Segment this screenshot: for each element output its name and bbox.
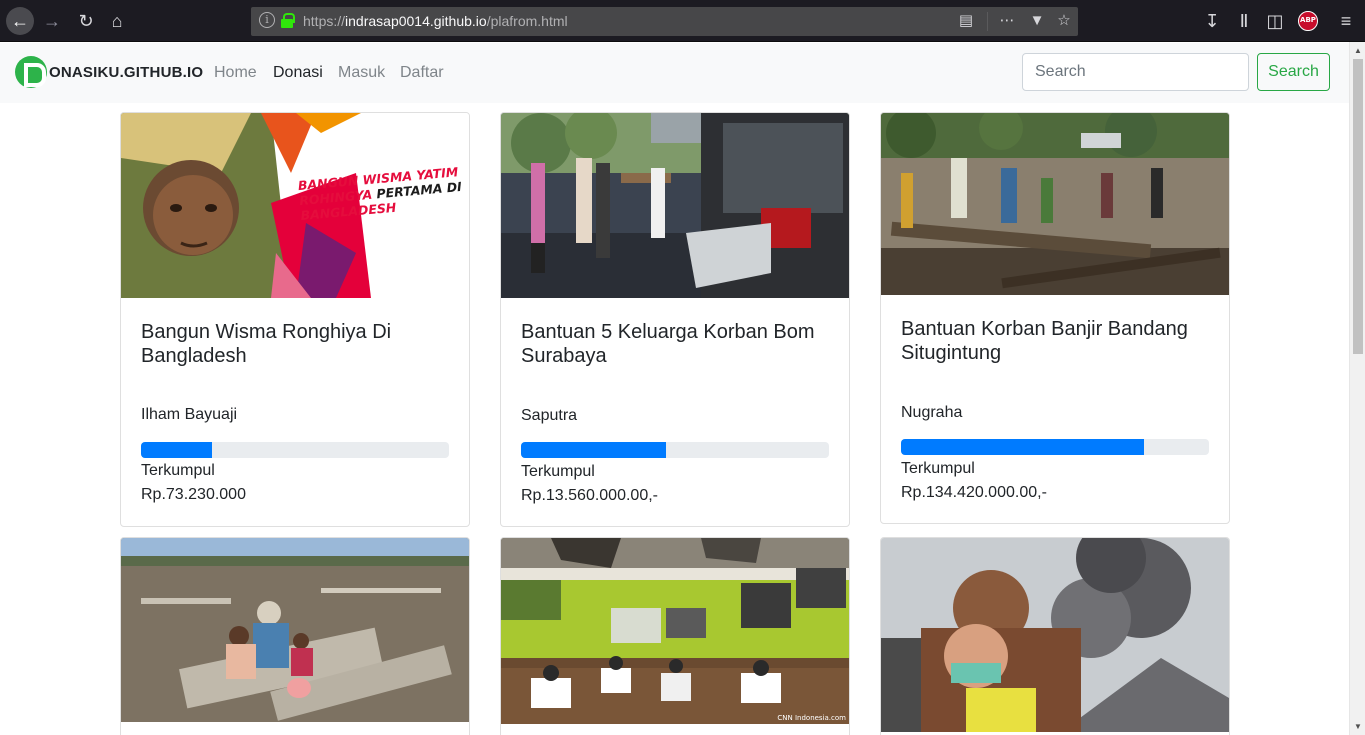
pocket-icon[interactable]: ▼ bbox=[1026, 10, 1048, 32]
campaign-card[interactable]: BANGUN WISMA YATIM ROHINGYA PERTAMA DI B… bbox=[120, 112, 470, 527]
raised-label: Terkumpul bbox=[901, 460, 975, 477]
raised-label: Terkumpul bbox=[141, 462, 215, 479]
raised-amount: Rp.134.420.000.00,- bbox=[901, 484, 1047, 501]
campaign-image[interactable] bbox=[501, 113, 849, 298]
tsunami-survivors-photo bbox=[121, 538, 469, 722]
lock-icon[interactable] bbox=[281, 13, 295, 29]
adblock-icon[interactable]: ABP bbox=[1298, 11, 1318, 31]
bomb-victims-photo bbox=[501, 113, 849, 298]
home-icon[interactable]: ⌂ bbox=[103, 7, 131, 35]
campaign-card[interactable]: Bantuan Korban Banjir Bandang Situgintun… bbox=[880, 112, 1230, 524]
campaign-image[interactable]: CNN Indonesia.com bbox=[501, 538, 849, 724]
campaign-card[interactable]: Bantuan 5 Keluarga Korban Bom Surabaya S… bbox=[500, 112, 850, 527]
nav-link-donasi[interactable]: Donasi bbox=[273, 64, 323, 82]
donation-progress-bar bbox=[141, 442, 449, 458]
campaign-organizer: Nugraha bbox=[901, 404, 963, 421]
campaign-image[interactable]: BANGUN WISMA YATIM ROHINGYA PERTAMA DI B… bbox=[121, 113, 469, 298]
donation-progress-bar bbox=[521, 442, 829, 458]
progress-fill bbox=[521, 442, 666, 458]
reader-view-icon[interactable]: ▤ bbox=[955, 10, 977, 32]
damaged-classroom-photo bbox=[501, 538, 849, 724]
raised-amount: Rp.73.230.000 bbox=[141, 486, 246, 503]
page-scrollbar[interactable]: ▲ ▼ bbox=[1349, 42, 1365, 735]
progress-fill bbox=[901, 439, 1145, 455]
url-divider bbox=[987, 12, 988, 31]
flood-debris-photo bbox=[881, 113, 1229, 295]
campaign-image[interactable] bbox=[121, 538, 469, 722]
search-button[interactable]: Search bbox=[1257, 53, 1330, 91]
site-navbar: ONASIKU.GITHUB.IO Home Donasi Masuk Daft… bbox=[0, 43, 1349, 103]
campaign-card[interactable]: CNN Indonesia.com bbox=[500, 537, 850, 735]
progress-fill bbox=[141, 442, 212, 458]
search-input[interactable] bbox=[1022, 53, 1249, 91]
image-watermark: CNN Indonesia.com bbox=[777, 714, 846, 722]
campaign-organizer: Saputra bbox=[521, 407, 578, 424]
more-actions-icon[interactable]: ⋯ bbox=[996, 10, 1018, 32]
donation-progress-bar bbox=[901, 439, 1209, 455]
hamburger-menu-icon[interactable]: ≡ bbox=[1332, 7, 1360, 35]
scroll-thumb[interactable] bbox=[1353, 59, 1363, 354]
campaign-image[interactable] bbox=[881, 538, 1229, 732]
url-text[interactable]: https://indrasap0014.github.io/plafrom.h… bbox=[303, 13, 568, 29]
library-icon[interactable]: Ⅱ bbox=[1230, 7, 1258, 35]
browser-toolbar: ← → ↻ ⌂ i https://indrasap0014.github.io… bbox=[0, 0, 1365, 42]
bookmark-star-icon[interactable]: ☆ bbox=[1053, 10, 1075, 32]
reload-icon[interactable]: ↻ bbox=[72, 7, 100, 35]
campaign-image[interactable] bbox=[881, 113, 1229, 295]
forward-arrow-icon[interactable]: → bbox=[38, 7, 66, 35]
nav-link-daftar[interactable]: Daftar bbox=[400, 64, 444, 82]
address-bar[interactable]: i https://indrasap0014.github.io/plafrom… bbox=[251, 7, 1078, 36]
brand[interactable]: ONASIKU.GITHUB.IO bbox=[15, 56, 204, 88]
campaign-card[interactable] bbox=[880, 537, 1230, 735]
campaign-organizer: Ilham Bayuaji bbox=[141, 406, 238, 423]
brand-logo-icon bbox=[15, 56, 47, 88]
nav-link-masuk[interactable]: Masuk bbox=[338, 64, 385, 82]
campaign-title[interactable]: Bangun Wisma Ronghiya Di Bangladesh bbox=[141, 320, 451, 368]
scroll-down-arrow-icon[interactable]: ▼ bbox=[1350, 718, 1365, 735]
info-icon[interactable]: i bbox=[259, 12, 275, 28]
nav-link-home[interactable]: Home bbox=[214, 64, 257, 82]
raised-amount: Rp.13.560.000.00,- bbox=[521, 487, 658, 504]
volcano-refugee-photo bbox=[881, 538, 1229, 732]
campaign-card[interactable] bbox=[120, 537, 470, 735]
brand-name: ONASIKU.GITHUB.IO bbox=[49, 63, 204, 81]
campaign-title[interactable]: Bantuan 5 Keluarga Korban Bom Surabaya bbox=[521, 320, 831, 368]
raised-label: Terkumpul bbox=[521, 463, 595, 480]
sidebar-toggle-icon[interactable]: ◫ bbox=[1261, 7, 1289, 35]
campaign-title[interactable]: Bantuan Korban Banjir Bandang Situgintun… bbox=[901, 317, 1211, 365]
scroll-up-arrow-icon[interactable]: ▲ bbox=[1350, 42, 1365, 59]
back-arrow-icon[interactable]: ← bbox=[6, 7, 34, 35]
download-icon[interactable]: ↧ bbox=[1198, 7, 1226, 35]
